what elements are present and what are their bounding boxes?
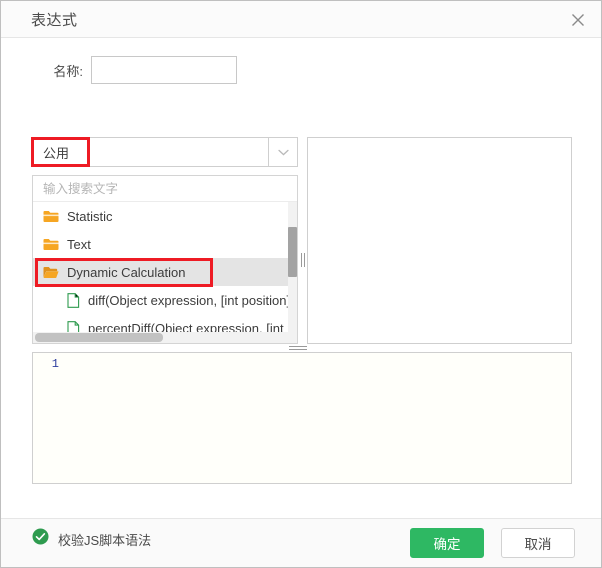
folder-closed-icon [43, 238, 59, 251]
tree-node-label: diff(Object expression, [int position]) [88, 293, 294, 308]
description-preview-panel [307, 137, 572, 344]
chevron-down-icon-glyph [278, 149, 289, 156]
tree-list: Statistic Text [33, 202, 297, 342]
name-row: 名称: [1, 56, 601, 84]
cancel-button[interactable]: 取消 [501, 528, 575, 558]
tree-horizontal-scrollbar[interactable] [33, 332, 297, 343]
splitter-grip-line [304, 253, 305, 267]
search-input[interactable] [41, 181, 297, 197]
tree-node-diff[interactable]: diff(Object expression, [int position]) [33, 286, 297, 314]
close-icon[interactable] [565, 7, 591, 33]
category-combo-wrap: 公用 [31, 137, 298, 167]
validate-syntax-row[interactable]: 校验JS脚本语法 [32, 528, 151, 550]
line-number: 1 [33, 357, 63, 371]
tree-search-row [33, 176, 297, 202]
folder-open-icon [43, 266, 59, 279]
dialog-titlebar: 表达式 [1, 1, 601, 38]
dialog-title: 表达式 [31, 9, 78, 30]
name-label: 名称: [1, 61, 91, 80]
check-circle-icon [32, 528, 49, 550]
tree-horizontal-scrollbar-thumb[interactable] [35, 333, 163, 342]
splitter-grip-line [289, 346, 307, 347]
splitter-grip-line [301, 253, 302, 267]
tree-node-label: Text [67, 237, 91, 252]
tree-node-label: Statistic [67, 209, 113, 224]
expression-dialog: 表达式 名称: 公用 [0, 0, 602, 568]
tree-vertical-scrollbar[interactable] [288, 202, 297, 333]
validate-syntax-label: 校验JS脚本语法 [58, 530, 151, 549]
folder-closed-icon [43, 210, 59, 223]
tree-node-text[interactable]: Text [33, 230, 297, 258]
script-editor[interactable]: 1 [32, 352, 572, 484]
name-input[interactable] [91, 56, 237, 84]
splitter-grip-line [289, 349, 307, 350]
dialog-body: 名称: 公用 [1, 38, 601, 518]
confirm-button[interactable]: 确定 [410, 528, 484, 558]
tree-node-statistic[interactable]: Statistic [33, 202, 297, 230]
document-icon [67, 293, 80, 308]
tree-node-dynamic-calculation[interactable]: Dynamic Calculation [33, 258, 297, 286]
chevron-down-icon[interactable] [268, 137, 298, 167]
category-combo-value[interactable]: 公用 [31, 137, 268, 167]
function-tree-panel: Statistic Text [32, 175, 298, 344]
close-icon-glyph [571, 13, 585, 27]
vertical-splitter-handle[interactable] [299, 175, 307, 344]
tree-node-label: Dynamic Calculation [67, 265, 186, 280]
tree-vertical-scrollbar-thumb[interactable] [288, 227, 297, 277]
category-combo[interactable]: 公用 [31, 137, 298, 167]
code-line: 1 [33, 353, 571, 371]
